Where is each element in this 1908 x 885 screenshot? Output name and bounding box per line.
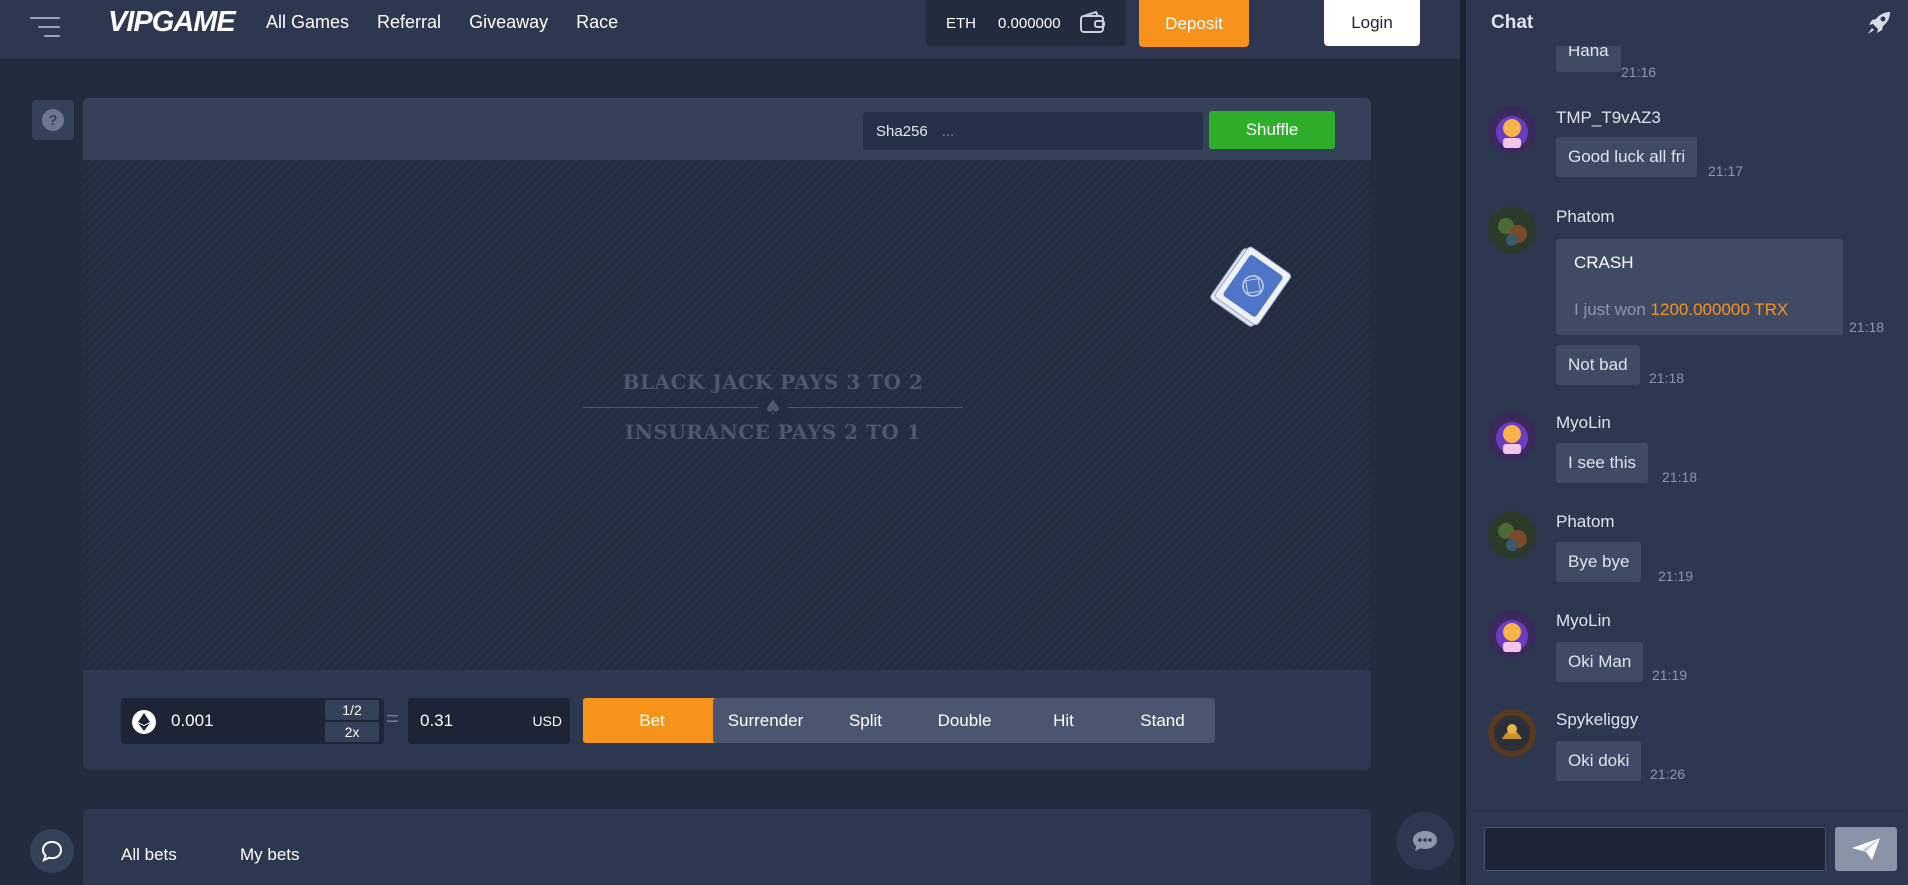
bet-controls: 0.001 1/2 2x = 0.31 USD Bet Surrender Sp… [83, 670, 1371, 770]
chat-header: Chat [1466, 0, 1908, 46]
blackjack-table: BLACK JACK PAYS 3 TO 2 ♠ INSURANCE PAYS … [83, 160, 1371, 670]
wallet-icon [1079, 11, 1105, 33]
chat-message-time: 21:19 [1658, 568, 1694, 584]
wallet-balance[interactable]: ETH 0.000000 [926, 0, 1126, 46]
rocket-icon[interactable] [1866, 10, 1892, 36]
hash-value: ... [941, 122, 955, 140]
tab-my-bets[interactable]: My bets [240, 845, 300, 865]
user-avatar[interactable] [1488, 709, 1536, 757]
chat-message-time: 21:16 [1621, 64, 1657, 80]
login-button[interactable]: Login [1324, 0, 1420, 46]
nav-referral[interactable]: Referral [377, 12, 441, 33]
deposit-button[interactable]: Deposit [1139, 0, 1249, 47]
paper-plane-icon [1852, 838, 1880, 860]
usd-value: 0.31 [420, 711, 454, 730]
support-chat-icon [1413, 831, 1437, 851]
double-button[interactable]: Double [912, 698, 1017, 743]
chat-username[interactable]: MyoLin [1556, 611, 1611, 631]
stand-button[interactable]: Stand [1110, 698, 1215, 743]
tab-all-bets[interactable]: All bets [121, 845, 177, 865]
chat-message-text: I see this [1556, 443, 1649, 483]
hamburger-menu-icon[interactable] [30, 14, 66, 42]
half-bet-button[interactable]: 1/2 [325, 700, 379, 720]
chat-message-text: Bye bye [1556, 542, 1642, 582]
nav-race[interactable]: Race [576, 12, 618, 33]
user-avatar[interactable] [1488, 206, 1536, 254]
wallet-amount: 0.000000 [998, 14, 1061, 32]
chat-message-text: Hana [1556, 46, 1621, 72]
usd-currency-label: USD [532, 713, 562, 729]
chat-username[interactable]: TMP_T9vAZ3 [1556, 108, 1661, 128]
chat-toggle-button[interactable] [30, 829, 74, 873]
chat-message-time: 21:26 [1650, 766, 1686, 782]
chat-panel: Chat Hana 21:16 TMP_T9vAZ3 Good luck all… [1465, 0, 1908, 885]
hash-label: Sha256 [876, 122, 928, 140]
top-header: VIPGAME All Games Referral Giveaway Race… [0, 0, 1460, 60]
user-avatar[interactable] [1488, 106, 1536, 154]
spade-icon: ♠ [758, 395, 788, 419]
shuffle-button[interactable]: Shuffle [1209, 111, 1335, 149]
surrender-button[interactable]: Surrender [713, 698, 818, 743]
user-avatar[interactable] [1488, 511, 1536, 559]
insurance-payout-text: INSURANCE PAYS 2 TO 1 [624, 420, 922, 444]
chat-message-time: 21:19 [1652, 667, 1688, 683]
card-deck-icon [1210, 246, 1292, 327]
chat-message-time: 21:18 [1662, 469, 1698, 485]
chat-message-text: Not bad [1556, 345, 1640, 385]
chat-message-time: 21:18 [1649, 370, 1685, 386]
chat-message-input[interactable] [1484, 827, 1826, 871]
chat-username[interactable]: MyoLin [1556, 413, 1611, 433]
chat-title: Chat [1491, 12, 1534, 33]
spade-divider: ♠ [533, 394, 1013, 420]
help-button[interactable]: ? [32, 100, 74, 140]
bet-amount-value: 0.001 [171, 711, 214, 730]
bets-panel: All bets My bets [83, 809, 1371, 885]
chat-message-text: Good luck all fri [1556, 137, 1698, 177]
usd-value-field[interactable]: 0.31 USD [408, 698, 570, 744]
chat-message-time: 21:17 [1708, 163, 1744, 179]
user-avatar[interactable] [1488, 610, 1536, 658]
user-avatar[interactable] [1488, 412, 1536, 460]
nav-giveaway[interactable]: Giveaway [469, 12, 548, 33]
split-button[interactable]: Split [813, 698, 918, 743]
nav-all-games[interactable]: All Games [266, 12, 349, 33]
hash-field[interactable]: Sha256 ... [863, 112, 1203, 150]
equals-sign: = [386, 706, 399, 731]
chat-username[interactable]: Phatom [1556, 207, 1615, 227]
chat-bubble-icon [41, 840, 63, 862]
bet-amount-field[interactable]: 0.001 1/2 2x [121, 698, 384, 744]
eth-coin-icon [132, 710, 156, 734]
chat-username[interactable]: Spykeliggy [1556, 710, 1638, 730]
game-share-amount: 1200.000000 TRX [1650, 300, 1789, 319]
hit-button[interactable]: Hit [1011, 698, 1116, 743]
game-share-title: CRASH [1574, 253, 1634, 272]
chat-message-text: Oki Man [1556, 642, 1644, 682]
bet-button[interactable]: Bet [583, 698, 721, 743]
main-nav: All Games Referral Giveaway Race [266, 0, 618, 44]
game-share-text: I just won 1200.000000 TRX [1574, 300, 1789, 319]
blackjack-payout-text: BLACK JACK PAYS 3 TO 2 [622, 370, 924, 394]
wallet-currency: ETH [946, 14, 976, 32]
table-payout-text: BLACK JACK PAYS 3 TO 2 ♠ INSURANCE PAYS … [533, 370, 1013, 444]
chat-message-time: 21:18 [1849, 319, 1885, 335]
chat-message-list: Hana 21:16 TMP_T9vAZ3 Good luck all fri … [1466, 46, 1908, 810]
game-top-bar: Sha256 ... Shuffle [83, 98, 1371, 160]
chat-message-text: Oki doki [1556, 741, 1642, 781]
vipgame-logo[interactable]: VIPGAME [108, 6, 236, 39]
blackjack-game-panel: Sha256 ... Shuffle BLACK JACK PAYS 3 TO … [83, 98, 1371, 770]
double-bet-amount-button[interactable]: 2x [325, 722, 379, 742]
game-share-card[interactable]: CRASH I just won 1200.000000 TRX [1556, 239, 1843, 335]
send-message-button[interactable] [1835, 827, 1897, 871]
support-chat-button[interactable] [1396, 812, 1454, 870]
chat-username[interactable]: Phatom [1556, 512, 1615, 532]
chat-input-row [1466, 810, 1908, 885]
question-mark-icon: ? [42, 109, 64, 131]
